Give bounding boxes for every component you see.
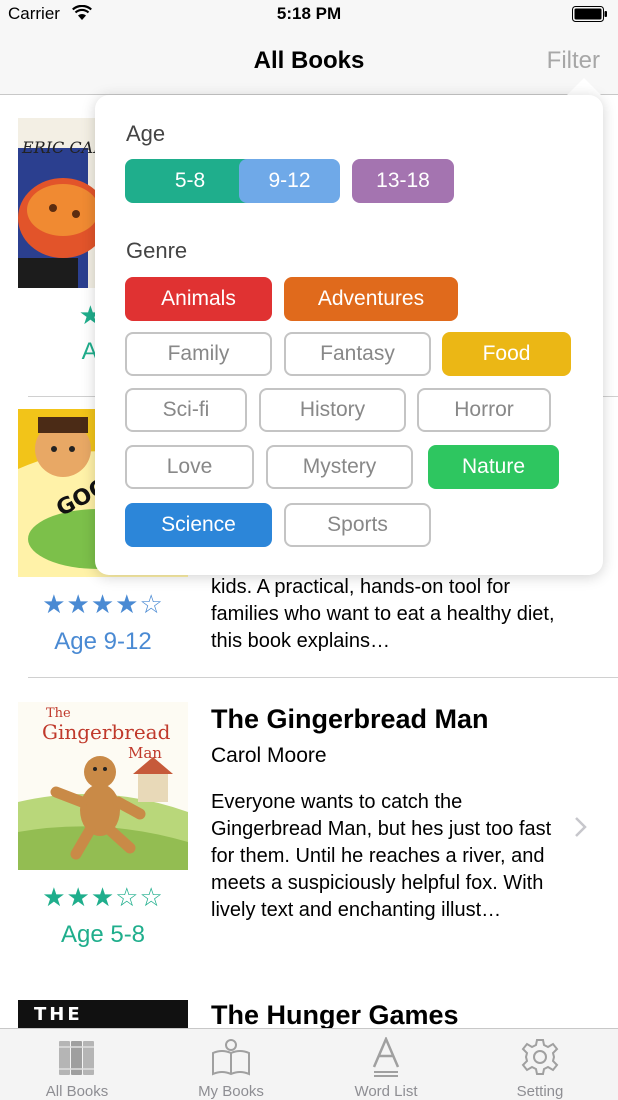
book-description: Everyone wants to catch the Gingerbread …: [211, 791, 552, 921]
age-chip-9-12[interactable]: 9-12: [239, 159, 340, 203]
book-age: Age 9-12: [54, 628, 152, 655]
tab-label: My Books: [198, 1083, 264, 1100]
genre-chip-history[interactable]: History: [259, 388, 406, 432]
genre-chip-horror[interactable]: Horror: [417, 388, 551, 432]
tab-setting[interactable]: Setting: [463, 1029, 617, 1100]
book-age: Age 5-8: [60, 921, 146, 948]
popover-arrow: [566, 78, 602, 96]
page-title: All Books: [253, 47, 365, 74]
battery-icon: [572, 6, 607, 22]
age-chip-13-18[interactable]: 13-18: [352, 159, 454, 203]
chevron-right-icon: [575, 817, 587, 837]
book-author: Carol Moore: [211, 744, 327, 767]
filter-button[interactable]: Filter: [547, 47, 600, 75]
filter-popover: Age 5-8 9-12 13-18 Genre Animals Adventu…: [95, 95, 603, 575]
genre-chip-love[interactable]: Love: [125, 445, 254, 489]
books-icon: [59, 1041, 94, 1075]
genre-chip-adventures[interactable]: Adventures: [284, 277, 458, 321]
genre-chip-fantasy[interactable]: Fantasy: [284, 332, 431, 376]
status-bar: Carrier 5:18 PM: [0, 0, 618, 30]
cover-text: THE: [34, 1004, 83, 1025]
tab-label: Setting: [516, 1083, 564, 1100]
nav-bar: All Books Filter: [0, 30, 618, 95]
genre-section-label: Genre: [126, 238, 188, 263]
tab-all-books[interactable]: All Books: [0, 1029, 154, 1100]
tab-bar: All Books My Books Word List Setting: [0, 1028, 618, 1100]
genre-chip-family[interactable]: Family: [125, 332, 272, 376]
genre-chip-food[interactable]: Food: [442, 332, 571, 376]
cover-text: Man: [128, 744, 162, 762]
book-rating: ★★★☆☆: [42, 882, 164, 912]
book-title: The Gingerbread Man: [211, 704, 489, 734]
book-open-icon: [212, 1039, 250, 1076]
list-item[interactable]: The Gingerbread Man The Gingerbread Man …: [0, 678, 618, 968]
book-description: kids. A practical, hands-on tool for fam…: [211, 576, 555, 652]
tab-word-list[interactable]: Word List: [309, 1029, 463, 1100]
book-cover: THE: [18, 1000, 188, 1028]
genre-chip-animals[interactable]: Animals: [125, 277, 272, 321]
list-item[interactable]: THE The Hunger Games: [0, 968, 618, 1028]
cover-text: The: [46, 706, 71, 721]
cover-text: Gingerbread: [42, 720, 171, 744]
age-section-label: Age: [126, 121, 166, 146]
letter-a-icon: [372, 1037, 400, 1077]
age-chip-5-8[interactable]: 5-8: [125, 159, 255, 203]
book-rating: ★★★★☆: [42, 589, 164, 619]
tab-label: All Books: [45, 1083, 109, 1100]
gear-icon: [521, 1039, 559, 1075]
genre-chip-science[interactable]: Science: [125, 503, 272, 547]
genre-chip-sci-fi[interactable]: Sci-fi: [125, 388, 247, 432]
genre-chip-sports[interactable]: Sports: [284, 503, 431, 547]
tab-my-books[interactable]: My Books: [154, 1029, 308, 1100]
book-cover: The Gingerbread Man: [18, 702, 188, 870]
tab-label: Word List: [354, 1083, 418, 1100]
genre-chip-mystery[interactable]: Mystery: [266, 445, 413, 489]
status-time: 5:18 PM: [276, 4, 342, 23]
genre-chip-nature[interactable]: Nature: [428, 445, 559, 489]
book-title: The Hunger Games: [211, 1000, 459, 1028]
